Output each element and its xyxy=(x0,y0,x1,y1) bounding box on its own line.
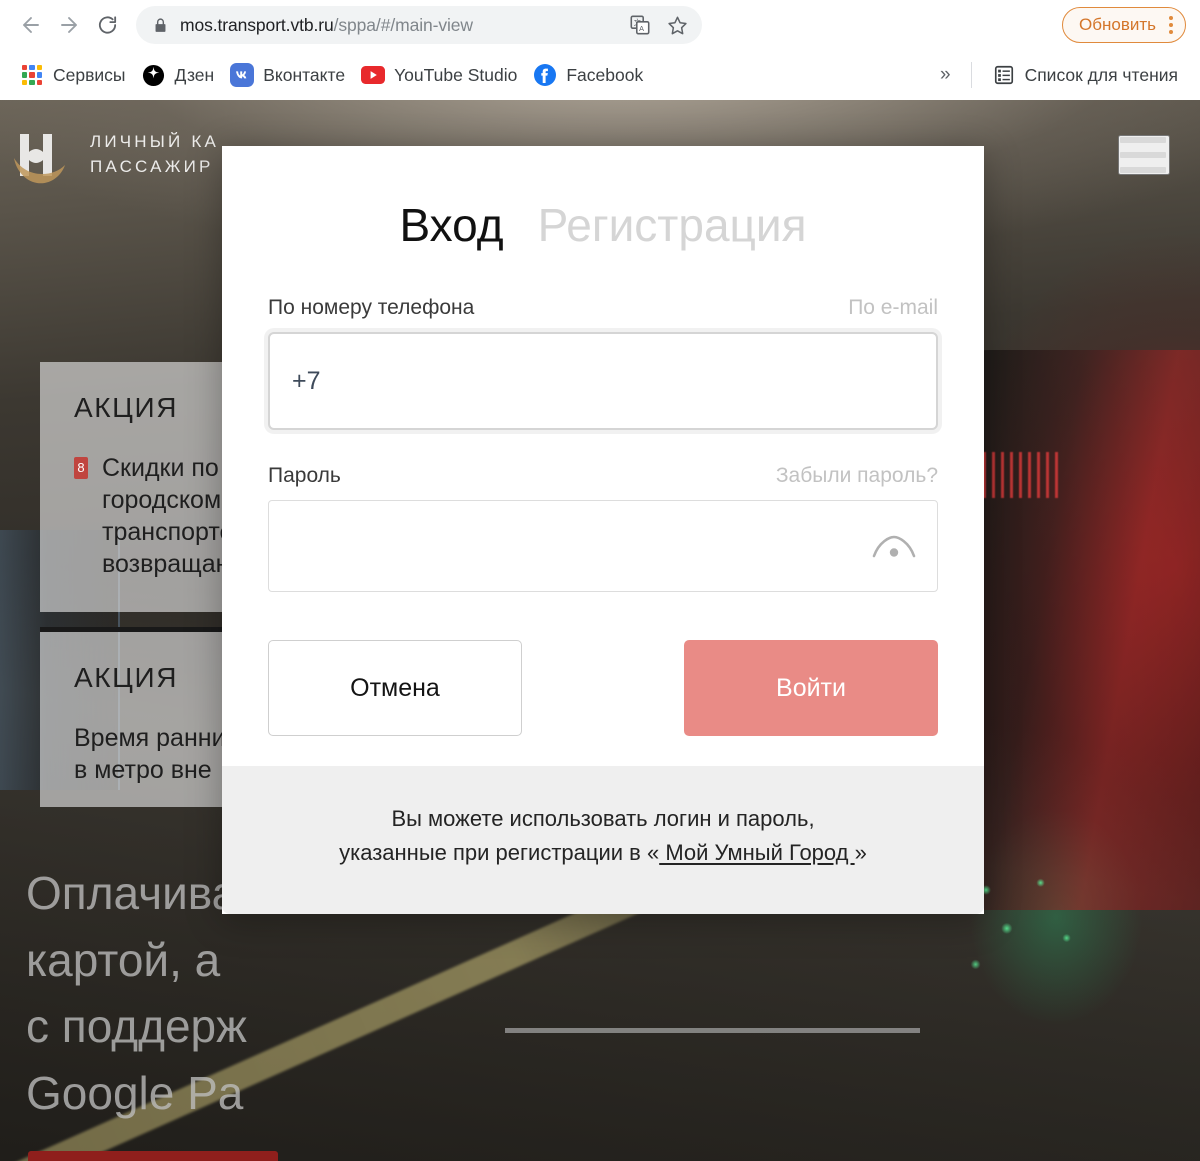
moscow-transport-logo-icon xyxy=(12,124,76,186)
brand-line-1: Личный ка xyxy=(90,132,220,152)
bookmark-dzen[interactable]: Дзен xyxy=(136,58,225,92)
facebook-icon xyxy=(533,63,557,87)
login-modal-footer: Вы можете использовать логин и пароль, у… xyxy=(222,766,984,915)
lock-icon xyxy=(152,17,169,34)
bookmark-youtube-studio[interactable]: YouTube Studio xyxy=(355,58,527,92)
brand-line-2: Пассажир xyxy=(90,157,214,176)
kebab-menu-icon[interactable] xyxy=(1165,14,1177,36)
login-modal-tabs: Вход Регистрация xyxy=(268,202,938,248)
dzen-icon xyxy=(142,63,166,87)
bookmark-facebook[interactable]: Facebook xyxy=(527,58,653,92)
update-button-label: Обновить xyxy=(1079,15,1156,34)
submit-login-button[interactable]: Войти xyxy=(684,640,938,736)
password-field-label: Пароль xyxy=(268,464,341,487)
login-modal-body: Вход Регистрация По номеру телефона По e… xyxy=(222,146,984,766)
divider xyxy=(970,62,972,88)
login-by-email-link[interactable]: По e-mail xyxy=(848,296,938,320)
footer-line-1: Вы можете использовать логин и пароль, xyxy=(391,806,815,831)
tab-registration[interactable]: Регистрация xyxy=(538,202,807,248)
password-input-wrapper[interactable] xyxy=(268,500,938,592)
footer-line-2-prefix: указанные при регистрации в « xyxy=(339,840,660,866)
bookmark-label: Вконтакте xyxy=(263,64,346,85)
login-modal: Вход Регистрация По номеру телефона По e… xyxy=(222,146,984,915)
update-browser-button[interactable]: Обновить xyxy=(1062,7,1186,43)
back-button[interactable] xyxy=(14,8,48,42)
translate-icon[interactable]: 文 A xyxy=(627,12,653,38)
phone-input[interactable] xyxy=(270,334,936,428)
phone-field-label: По номеру телефона xyxy=(268,296,475,319)
reading-list-button[interactable]: Список для чтения xyxy=(986,58,1188,92)
bookmarks-overflow-button[interactable]: » xyxy=(926,60,965,90)
reading-list-label: Список для чтения xyxy=(1024,64,1178,85)
bookmarks-bar-right: » Список для чтения xyxy=(926,58,1188,92)
forward-button[interactable] xyxy=(52,8,86,42)
promo-badge: 8 xyxy=(74,457,88,479)
bookmark-servisy[interactable]: Сервисы xyxy=(14,58,136,92)
hamburger-menu-icon[interactable] xyxy=(1118,135,1170,175)
vk-icon xyxy=(230,63,255,87)
bookmark-vkontakte[interactable]: Вконтакте xyxy=(224,58,355,92)
brand[interactable]: Личный ка Пассажир xyxy=(12,124,219,186)
tab-login[interactable]: Вход xyxy=(400,202,504,248)
login-modal-actions: Отмена Войти xyxy=(268,640,938,736)
cancel-button[interactable]: Отмена xyxy=(268,640,522,736)
browser-chrome: mos.transport.vtb.ru/sppa/#/main-view 文 … xyxy=(0,0,1200,100)
star-icon[interactable] xyxy=(664,12,690,38)
url-text: mos.transport.vtb.ru/sppa/#/main-view xyxy=(180,14,473,35)
password-field-label-row: Пароль Забыли пароль? xyxy=(268,464,938,488)
reading-list-icon xyxy=(992,63,1016,87)
bookmark-label: Facebook xyxy=(566,64,644,85)
footer-line-2: указанные при регистрации в « Мой Умный … xyxy=(262,836,944,870)
browser-toolbar: mos.transport.vtb.ru/sppa/#/main-view 文 … xyxy=(0,0,1200,50)
web-page: Личный ка Пассажир АКЦИЯ 8 Скидки по ка … xyxy=(0,100,1200,1161)
phone-input-wrapper[interactable] xyxy=(268,332,938,430)
forgot-password-link[interactable]: Забыли пароль? xyxy=(776,464,938,488)
svg-text:A: A xyxy=(639,24,644,33)
arrow-left-icon xyxy=(23,17,39,33)
eye-icon[interactable] xyxy=(867,526,921,566)
bookmarks-bar: Сервисы Дзен Вконтакте YouTube Studio Fa… xyxy=(0,50,1200,100)
reload-icon xyxy=(98,15,116,34)
footer-line-2-suffix: » xyxy=(854,840,867,866)
password-input[interactable] xyxy=(269,501,937,591)
hero-login-button[interactable]: Войти xyxy=(28,1151,278,1161)
promo-body-text: Время ранни в метро вне xyxy=(74,724,226,784)
arrow-right-icon xyxy=(61,17,77,33)
reload-button[interactable] xyxy=(90,8,124,42)
bookmark-label: Дзен xyxy=(174,64,215,85)
bookmark-label: Сервисы xyxy=(53,64,126,85)
bookmark-label: YouTube Studio xyxy=(394,64,518,85)
address-bar[interactable]: mos.transport.vtb.ru/sppa/#/main-view 文 … xyxy=(136,6,702,44)
smart-city-link[interactable]: Мой Умный Город xyxy=(659,840,854,865)
google-apps-grid-icon xyxy=(20,63,44,87)
brand-text: Личный ка Пассажир xyxy=(90,130,219,179)
phone-field-label-row: По номеру телефона По e-mail xyxy=(268,296,938,320)
youtube-icon xyxy=(361,63,386,87)
